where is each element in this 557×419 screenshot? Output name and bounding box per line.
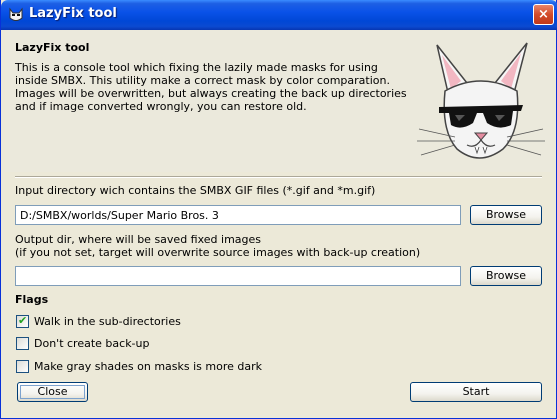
input-dir-label: Input directory wich contains the SMBX G… xyxy=(15,184,376,197)
input-browse-button[interactable]: Browse xyxy=(470,205,542,225)
cat-icon xyxy=(9,7,23,21)
flags-heading: Flags xyxy=(15,293,49,306)
checkbox[interactable] xyxy=(16,337,29,350)
start-button[interactable]: Start xyxy=(410,382,542,402)
cat-with-sunglasses-icon xyxy=(417,42,545,159)
flag-label[interactable]: Walk in the sub-directories xyxy=(34,315,181,328)
title-bar[interactable]: LazyFix tool × xyxy=(1,0,557,30)
window-title: LazyFix tool xyxy=(29,6,117,21)
checkbox[interactable]: ✔ xyxy=(16,314,29,328)
output-dir-label-line1: Output dir, where will be saved fixed im… xyxy=(15,233,262,246)
output-dir-field[interactable] xyxy=(15,266,461,286)
checkmark-icon: ✔ xyxy=(18,314,28,327)
flag-label[interactable]: Make gray shades on masks is more dark xyxy=(34,360,262,373)
header-panel: LazyFix tool This is a console tool whic… xyxy=(5,30,552,172)
header-description: This is a console tool which fixing the … xyxy=(15,61,407,113)
input-dir-field[interactable]: D:/SMBX/worlds/Super Mario Bros. 3 xyxy=(15,205,461,225)
header-separator xyxy=(15,176,542,178)
checkbox[interactable] xyxy=(16,360,29,373)
window-close-button[interactable]: × xyxy=(533,4,554,25)
header-title: LazyFix tool xyxy=(15,41,90,54)
flag-label[interactable]: Don't create back-up xyxy=(34,337,149,350)
lazyfix-window: LazyFix tool × LazyFix tool This is a co… xyxy=(0,0,557,419)
output-dir-label-line2: (if you not set, target will overwrite s… xyxy=(15,246,421,259)
close-button[interactable]: Close xyxy=(17,382,88,402)
dialog-body: LazyFix tool This is a console tool whic… xyxy=(5,30,552,415)
output-browse-button[interactable]: Browse xyxy=(470,266,542,286)
